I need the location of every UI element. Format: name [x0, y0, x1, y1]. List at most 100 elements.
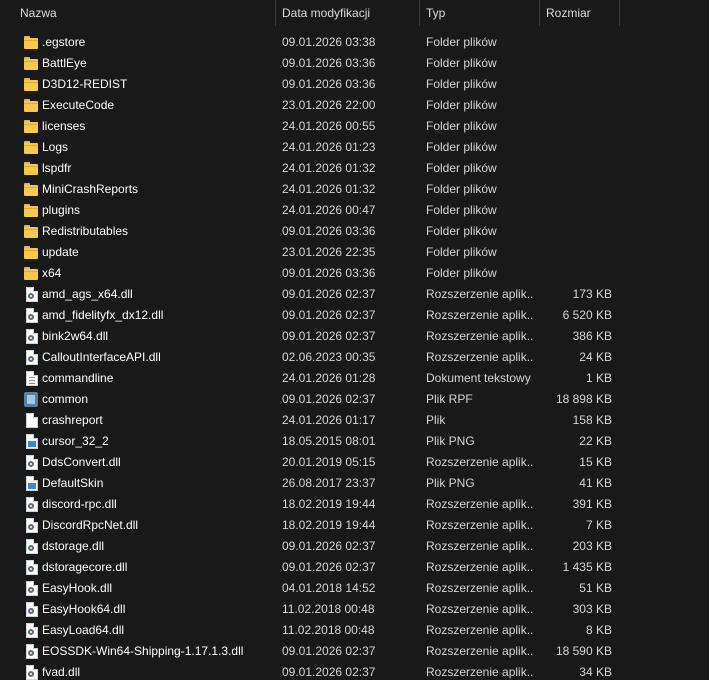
file-date-modified: 24.01.2026 01:32: [282, 182, 376, 196]
file-size: [540, 221, 612, 242]
file-date-modified: 11.02.2018 00:48: [282, 602, 375, 616]
file-date-modified: 09.01.2026 03:36: [282, 266, 376, 280]
folder-icon: [24, 266, 38, 281]
file-size: 18 590 KB: [555, 644, 612, 658]
file-row[interactable]: cursor_32_2 18.05.2015 08:01 Plik PNG 22 KB: [0, 431, 709, 452]
file-type: Folder plików: [426, 161, 497, 175]
file-type: Rozszerzenie aplik...: [426, 455, 534, 469]
file-date-modified: 09.01.2026 03:36: [282, 56, 376, 70]
file-name: Redistributables: [42, 224, 129, 238]
file-size: 1 435 KB: [562, 560, 612, 574]
file-type: Rozszerzenie aplik...: [426, 560, 534, 574]
file-type: Rozszerzenie aplik...: [426, 623, 534, 637]
file-row[interactable]: BattlEye 09.01.2026 03:36 Folder plików: [0, 53, 709, 74]
file-type: Folder plików: [426, 182, 497, 196]
file-row[interactable]: dstorage.dll 09.01.2026 02:37 Rozszerzenie…: [0, 536, 709, 557]
dll-file-icon: [26, 287, 38, 302]
file-type: Folder plików: [426, 98, 497, 112]
file-row[interactable]: update 23.01.2026 22:35 Folder plików: [0, 242, 709, 263]
file-row[interactable]: amd_ags_x64.dll 09.01.2026 02:37 Rozszerze…: [0, 284, 709, 305]
dll-file-icon: [26, 602, 38, 617]
file-row[interactable]: lspdfr 24.01.2026 01:32 Folder plików: [0, 158, 709, 179]
file-size: [540, 179, 612, 200]
dll-file-icon: [26, 581, 38, 596]
file-date-modified: 09.01.2026 03:36: [282, 224, 376, 238]
file-date-modified: 09.01.2026 02:37: [282, 644, 376, 658]
file-name: MiniCrashReports: [42, 182, 139, 196]
file-name: update: [42, 245, 79, 259]
file-size: 22 KB: [579, 434, 612, 448]
file-date-modified: 09.01.2026 03:36: [282, 77, 376, 91]
file-name: commandline: [42, 371, 114, 385]
file-type: Plik RPF: [426, 392, 473, 406]
file-size: 203 KB: [572, 539, 612, 553]
file-row[interactable]: licenses 24.01.2026 00:55 Folder plików: [0, 116, 709, 137]
file-date-modified: 18.02.2019 19:44: [282, 518, 376, 532]
file-type: Rozszerzenie aplik...: [426, 539, 534, 553]
text-file-icon: [26, 371, 38, 386]
png-file-icon: [26, 476, 38, 491]
file-row[interactable]: MiniCrashReports 24.01.2026 01:32 Folder p…: [0, 179, 709, 200]
file-date-modified: 09.01.2026 02:37: [282, 392, 376, 406]
file-row[interactable]: amd_fidelityfx_dx12.dll 09.01.2026 02:37 R…: [0, 305, 709, 326]
folder-icon: [24, 203, 38, 218]
file-date-modified: 24.01.2026 01:32: [282, 161, 376, 175]
dll-file-icon: [26, 623, 38, 638]
file-row[interactable]: x64 09.01.2026 03:36 Folder plików: [0, 263, 709, 284]
file-row[interactable]: EasyLoad64.dll 11.02.2018 00:48 Rozszerzen…: [0, 620, 709, 641]
file-name: BattlEye: [42, 56, 87, 70]
file-name: bink2w64.dll: [42, 329, 109, 343]
file-name: DdsConvert.dll: [42, 455, 121, 469]
file-name: dstoragecore.dll: [42, 560, 128, 574]
png-file-icon: [26, 434, 38, 449]
file-name: ExecuteCode: [42, 98, 115, 112]
file-size: 7 KB: [585, 518, 612, 532]
file-size: [540, 32, 612, 53]
file-row[interactable]: bink2w64.dll 09.01.2026 02:37 Rozszerzenie…: [0, 326, 709, 347]
column-header-name[interactable]: Nazwa: [14, 0, 276, 26]
file-row[interactable]: Redistributables 09.01.2026 03:36 Folder p…: [0, 221, 709, 242]
file-row[interactable]: DdsConvert.dll 20.01.2019 05:15 Rozszerzen…: [0, 452, 709, 473]
file-row[interactable]: DefaultSkin 26.08.2017 23:37 Plik PNG 41 KB: [0, 473, 709, 494]
folder-icon: [24, 98, 38, 113]
file-name: EasyHook.dll: [42, 581, 113, 595]
file-row[interactable]: fvad.dll 09.01.2026 02:37 Rozszerzenie apl…: [0, 662, 709, 680]
file-row[interactable]: .egstore 09.01.2026 03:38 Folder plików: [0, 32, 709, 53]
column-header-size[interactable]: Rozmiar: [540, 0, 620, 26]
file-row[interactable]: EasyHook64.dll 11.02.2018 00:48 Rozszerzen…: [0, 599, 709, 620]
file-date-modified: 09.01.2026 02:37: [282, 665, 376, 679]
file-date-modified: 09.01.2026 03:38: [282, 35, 376, 49]
file-type: Rozszerzenie aplik...: [426, 350, 534, 364]
file-row[interactable]: ExecuteCode 23.01.2026 22:00 Folder plików: [0, 95, 709, 116]
file-row[interactable]: CalloutInterfaceAPI.dll 02.06.2023 00:35 R…: [0, 347, 709, 368]
file-row[interactable]: commandline 24.01.2026 01:28 Dokument teks…: [0, 368, 709, 389]
file-size: 6 520 KB: [562, 308, 612, 322]
file-row[interactable]: crashreport 24.01.2026 01:17 Plik 158 KB: [0, 410, 709, 431]
file-row[interactable]: dstoragecore.dll 09.01.2026 02:37 Rozszerz…: [0, 557, 709, 578]
file-size: 34 KB: [579, 665, 612, 679]
file-type: Folder plików: [426, 35, 497, 49]
dll-file-icon: [26, 455, 38, 470]
file-name: D3D12-REDIST: [42, 77, 128, 91]
file-row[interactable]: plugins 24.01.2026 00:47 Folder plików: [0, 200, 709, 221]
file-name: .egstore: [42, 35, 86, 49]
file-name: amd_fidelityfx_dx12.dll: [42, 308, 164, 322]
file-type: Folder plików: [426, 56, 497, 70]
file-name: DefaultSkin: [42, 476, 104, 490]
file-row[interactable]: common 09.01.2026 02:37 Plik RPF 18 898 KB: [0, 389, 709, 410]
file-type: Folder plików: [426, 77, 497, 91]
file-row[interactable]: discord-rpc.dll 18.02.2019 19:44 Rozszerze…: [0, 494, 709, 515]
file-row[interactable]: Logs 24.01.2026 01:23 Folder plików: [0, 137, 709, 158]
file-date-modified: 23.01.2026 22:35: [282, 245, 376, 259]
file-size: 8 KB: [585, 623, 612, 637]
file-size: 173 KB: [572, 287, 612, 301]
file-row[interactable]: D3D12-REDIST 09.01.2026 03:36 Folder plikó…: [0, 74, 709, 95]
file-date-modified: 09.01.2026 02:37: [282, 308, 376, 322]
file-row[interactable]: EasyHook.dll 04.01.2018 14:52 Rozszerzenie…: [0, 578, 709, 599]
column-header-date[interactable]: Data modyfikacji: [276, 0, 420, 26]
folder-icon: [24, 56, 38, 71]
file-row[interactable]: DiscordRpcNet.dll 18.02.2019 19:44 Rozszer…: [0, 515, 709, 536]
dll-file-icon: [26, 350, 38, 365]
column-header-type[interactable]: Typ: [420, 0, 540, 26]
file-row[interactable]: EOSSDK-Win64-Shipping-1.17.1.3.dll 09.01.…: [0, 641, 709, 662]
